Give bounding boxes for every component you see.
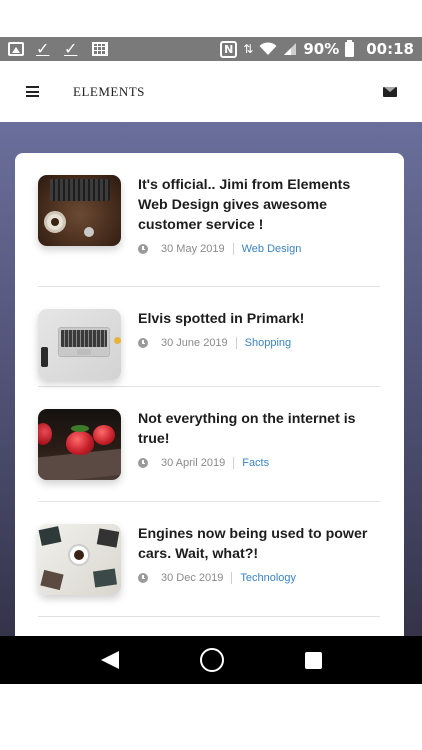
post-item[interactable]: Not everything on the internet is true! …	[38, 409, 380, 502]
coffee-photos-image	[38, 524, 121, 595]
wifi-icon	[259, 42, 277, 55]
post-category-link[interactable]: Facts	[242, 457, 269, 469]
clock-icon	[138, 458, 148, 468]
meta-divider	[232, 243, 234, 255]
status-bar: ✓ ✓ N ⇅ 90% 00:18	[0, 37, 422, 61]
clock-icon	[138, 244, 148, 254]
post-date: 30 April 2019	[161, 457, 226, 469]
home-icon[interactable]	[199, 648, 224, 672]
status-right-icons: N ⇅ 90% 00:18	[220, 39, 414, 58]
system-nav-bar	[0, 636, 422, 684]
post-meta: 30 April 2019 Facts	[138, 457, 380, 469]
posts-card: It's official.. Jimi from Elements Web D…	[15, 153, 404, 653]
post-body: It's official.. Jimi from Elements Web D…	[138, 175, 380, 286]
battery-percent: 90%	[303, 40, 340, 58]
brand-title: ELEMENTS	[73, 83, 145, 99]
recent-apps-icon[interactable]	[304, 651, 322, 669]
battery-icon	[345, 39, 355, 57]
laptop-image	[38, 309, 121, 380]
nfc-icon: N	[220, 40, 238, 58]
post-title[interactable]: It's official.. Jimi from Elements Web D…	[138, 175, 380, 235]
clock-icon	[138, 573, 148, 583]
clock-icon	[138, 338, 148, 348]
post-category-link[interactable]: Technology	[240, 572, 296, 584]
post-item[interactable]: Engines now being used to power cars. Wa…	[38, 524, 380, 617]
post-item[interactable]: It's official.. Jimi from Elements Web D…	[38, 175, 380, 287]
mail-icon[interactable]	[383, 86, 397, 97]
post-title[interactable]: Elvis spotted in Primark!	[138, 309, 380, 329]
post-meta: 30 Dec 2019 Technology	[138, 572, 380, 584]
post-body: Elvis spotted in Primark! 30 June 2019 S…	[138, 309, 380, 386]
post-body: Engines now being used to power cars. Wa…	[138, 524, 380, 616]
back-icon[interactable]	[100, 651, 119, 669]
meta-divider	[235, 337, 237, 349]
app-bar: ELEMENTS	[0, 61, 422, 122]
meta-divider	[233, 457, 235, 469]
post-body: Not everything on the internet is true! …	[138, 409, 380, 501]
post-date: 30 May 2019	[161, 243, 225, 255]
post-meta: 30 May 2019 Web Design	[138, 243, 380, 255]
post-title[interactable]: Engines now being used to power cars. Wa…	[138, 524, 380, 564]
post-category-link[interactable]: Shopping	[245, 337, 292, 349]
strawberries-image	[38, 409, 121, 480]
post-category-link[interactable]: Web Design	[242, 243, 302, 255]
post-meta: 30 June 2019 Shopping	[138, 337, 380, 349]
grid-icon	[92, 42, 108, 56]
post-date: 30 June 2019	[161, 337, 228, 349]
meta-divider	[231, 572, 233, 584]
post-date: 30 Dec 2019	[161, 572, 224, 584]
post-item[interactable]: Elvis spotted in Primark! 30 June 2019 S…	[38, 309, 380, 387]
status-left-icons: ✓ ✓	[8, 39, 108, 58]
check-download-icon: ✓	[64, 39, 78, 58]
check-download-icon: ✓	[36, 39, 50, 58]
clock-time: 00:18	[366, 40, 414, 58]
data-arrows-icon: ⇅	[243, 42, 254, 56]
post-title[interactable]: Not everything on the internet is true!	[138, 409, 380, 449]
keyboard-desk-image	[38, 175, 121, 246]
signal-icon	[284, 43, 297, 55]
menu-icon[interactable]	[26, 86, 39, 97]
image-icon	[8, 42, 24, 56]
